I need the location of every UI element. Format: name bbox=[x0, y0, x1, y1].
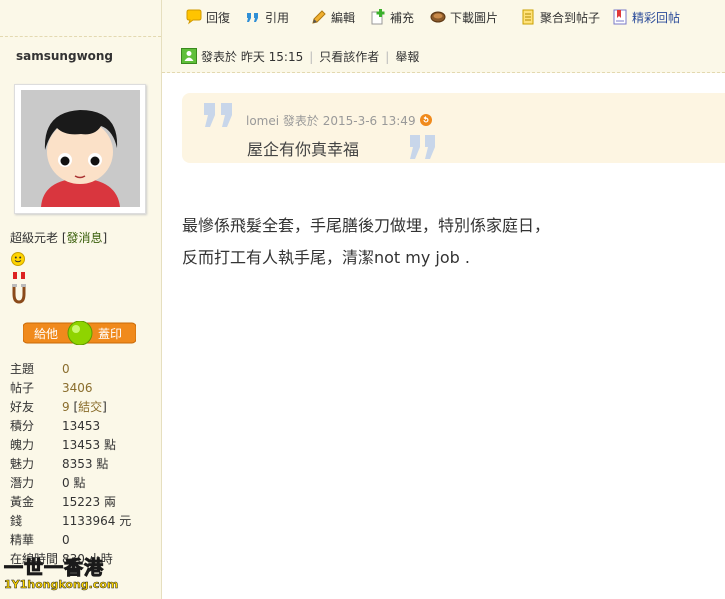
stat-value[interactable]: 0 bbox=[62, 362, 70, 376]
open-quote-icon bbox=[204, 103, 232, 127]
send-message-link[interactable]: 發消息 bbox=[67, 231, 103, 245]
stat-friends: 好友 9 [結交] bbox=[10, 400, 107, 414]
site-watermark-logo: 一世一香港 1Y1hongkong.com bbox=[4, 557, 119, 592]
post-header: 發表於 昨天 15:15 | 只看該作者 | 舉報 bbox=[162, 36, 725, 73]
download-images-button[interactable]: 下載圖片 bbox=[430, 9, 498, 27]
edit-button[interactable]: 編輯 bbox=[311, 9, 355, 27]
author-only-link[interactable]: 只看該作者 bbox=[319, 50, 379, 64]
stat-value[interactable]: 3406 bbox=[62, 381, 93, 395]
quote-button[interactable]: 引用 bbox=[245, 9, 289, 27]
post-toolbar: 回復 引用 編輯 補充 下載圖片 聚合到帖子 精彩回帖 bbox=[162, 0, 725, 37]
rank-title: 超級元老 bbox=[10, 231, 59, 245]
message-line-2: 反而打工有人執手尾，清潔not my job . bbox=[182, 248, 470, 267]
message-line-1: 最慘係飛髮全套，手尾膳後刀做埋，特別係家庭日， bbox=[182, 216, 551, 235]
stat-gold: 黃金 15223 兩 bbox=[10, 495, 116, 509]
user-stats: 主題 0 帖子 3406 好友 9 [結交] 積分 13453 魄力 13453 點 魅力… bbox=[10, 360, 131, 569]
cup-icon bbox=[430, 11, 446, 23]
smiley-icon bbox=[11, 252, 25, 266]
add-note-icon bbox=[371, 9, 385, 25]
add-friend-link[interactable]: 結交 bbox=[78, 400, 102, 414]
stat-charm: 魅力 8353 點 bbox=[10, 457, 109, 471]
user-rank: 超級元老 [發消息] bbox=[10, 231, 108, 245]
aggregate-to-post-button[interactable]: 聚合到帖子 bbox=[520, 9, 600, 27]
quote-text: 屋企有你真幸福 bbox=[247, 140, 360, 159]
report-link[interactable]: 舉報 bbox=[395, 50, 419, 64]
quote-meta: lomei 發表於 2015-3-6 13:49 bbox=[246, 112, 432, 129]
stat-digest: 精華 0 bbox=[10, 533, 70, 547]
stamp-label: 蓋印 bbox=[98, 327, 123, 341]
online-status-icon bbox=[181, 48, 197, 64]
magnet-medal-icon bbox=[12, 272, 26, 304]
featured-replies-button[interactable]: 精彩回帖 bbox=[612, 9, 680, 27]
jump-to-post-icon[interactable] bbox=[419, 114, 432, 126]
supplement-button[interactable]: 補充 bbox=[370, 9, 414, 27]
post-timestamp: 發表於 昨天 15:15 bbox=[201, 50, 304, 64]
reply-button[interactable]: 回復 bbox=[186, 9, 230, 27]
quote-marks-icon bbox=[247, 13, 258, 22]
quote-author: lomei 發表於 2015-3-6 13:49 bbox=[246, 114, 416, 128]
give-label: 給他 bbox=[34, 327, 59, 341]
stat-value[interactable]: 9 bbox=[62, 400, 70, 414]
document-icon bbox=[522, 9, 534, 25]
post-message: 最慘係飛髮全套，手尾膳後刀做埋，特別係家庭日， 反而打工有人執手尾，清潔not … bbox=[182, 210, 550, 274]
bookmark-icon bbox=[613, 9, 627, 25]
post-meta: 發表於 昨天 15:15 | 只看該作者 | 舉報 bbox=[201, 50, 420, 64]
close-quote-icon bbox=[410, 135, 435, 159]
give-stamp-button[interactable]: 給他 蓋印 bbox=[22, 320, 137, 346]
stat-posts: 帖子 3406 bbox=[10, 381, 93, 395]
stat-money: 錢 1133964 元 bbox=[10, 514, 132, 528]
avatar-image bbox=[21, 90, 140, 207]
speech-bubble-icon bbox=[186, 9, 202, 25]
quote-block: lomei 發表於 2015-3-6 13:49 屋企有你真幸福 bbox=[182, 93, 725, 163]
pencil-icon bbox=[312, 10, 326, 24]
sidebar-top-strip bbox=[0, 0, 161, 37]
avatar[interactable] bbox=[14, 84, 146, 214]
stat-topics: 主題 0 bbox=[10, 362, 70, 376]
avatar-cartoon-icon bbox=[21, 90, 140, 207]
stat-courage: 魄力 13453 點 bbox=[10, 438, 116, 452]
username[interactable]: samsungwong bbox=[16, 49, 113, 63]
stat-points: 積分 13453 bbox=[10, 419, 101, 433]
stat-potential: 潛力 0 點 bbox=[10, 476, 86, 490]
